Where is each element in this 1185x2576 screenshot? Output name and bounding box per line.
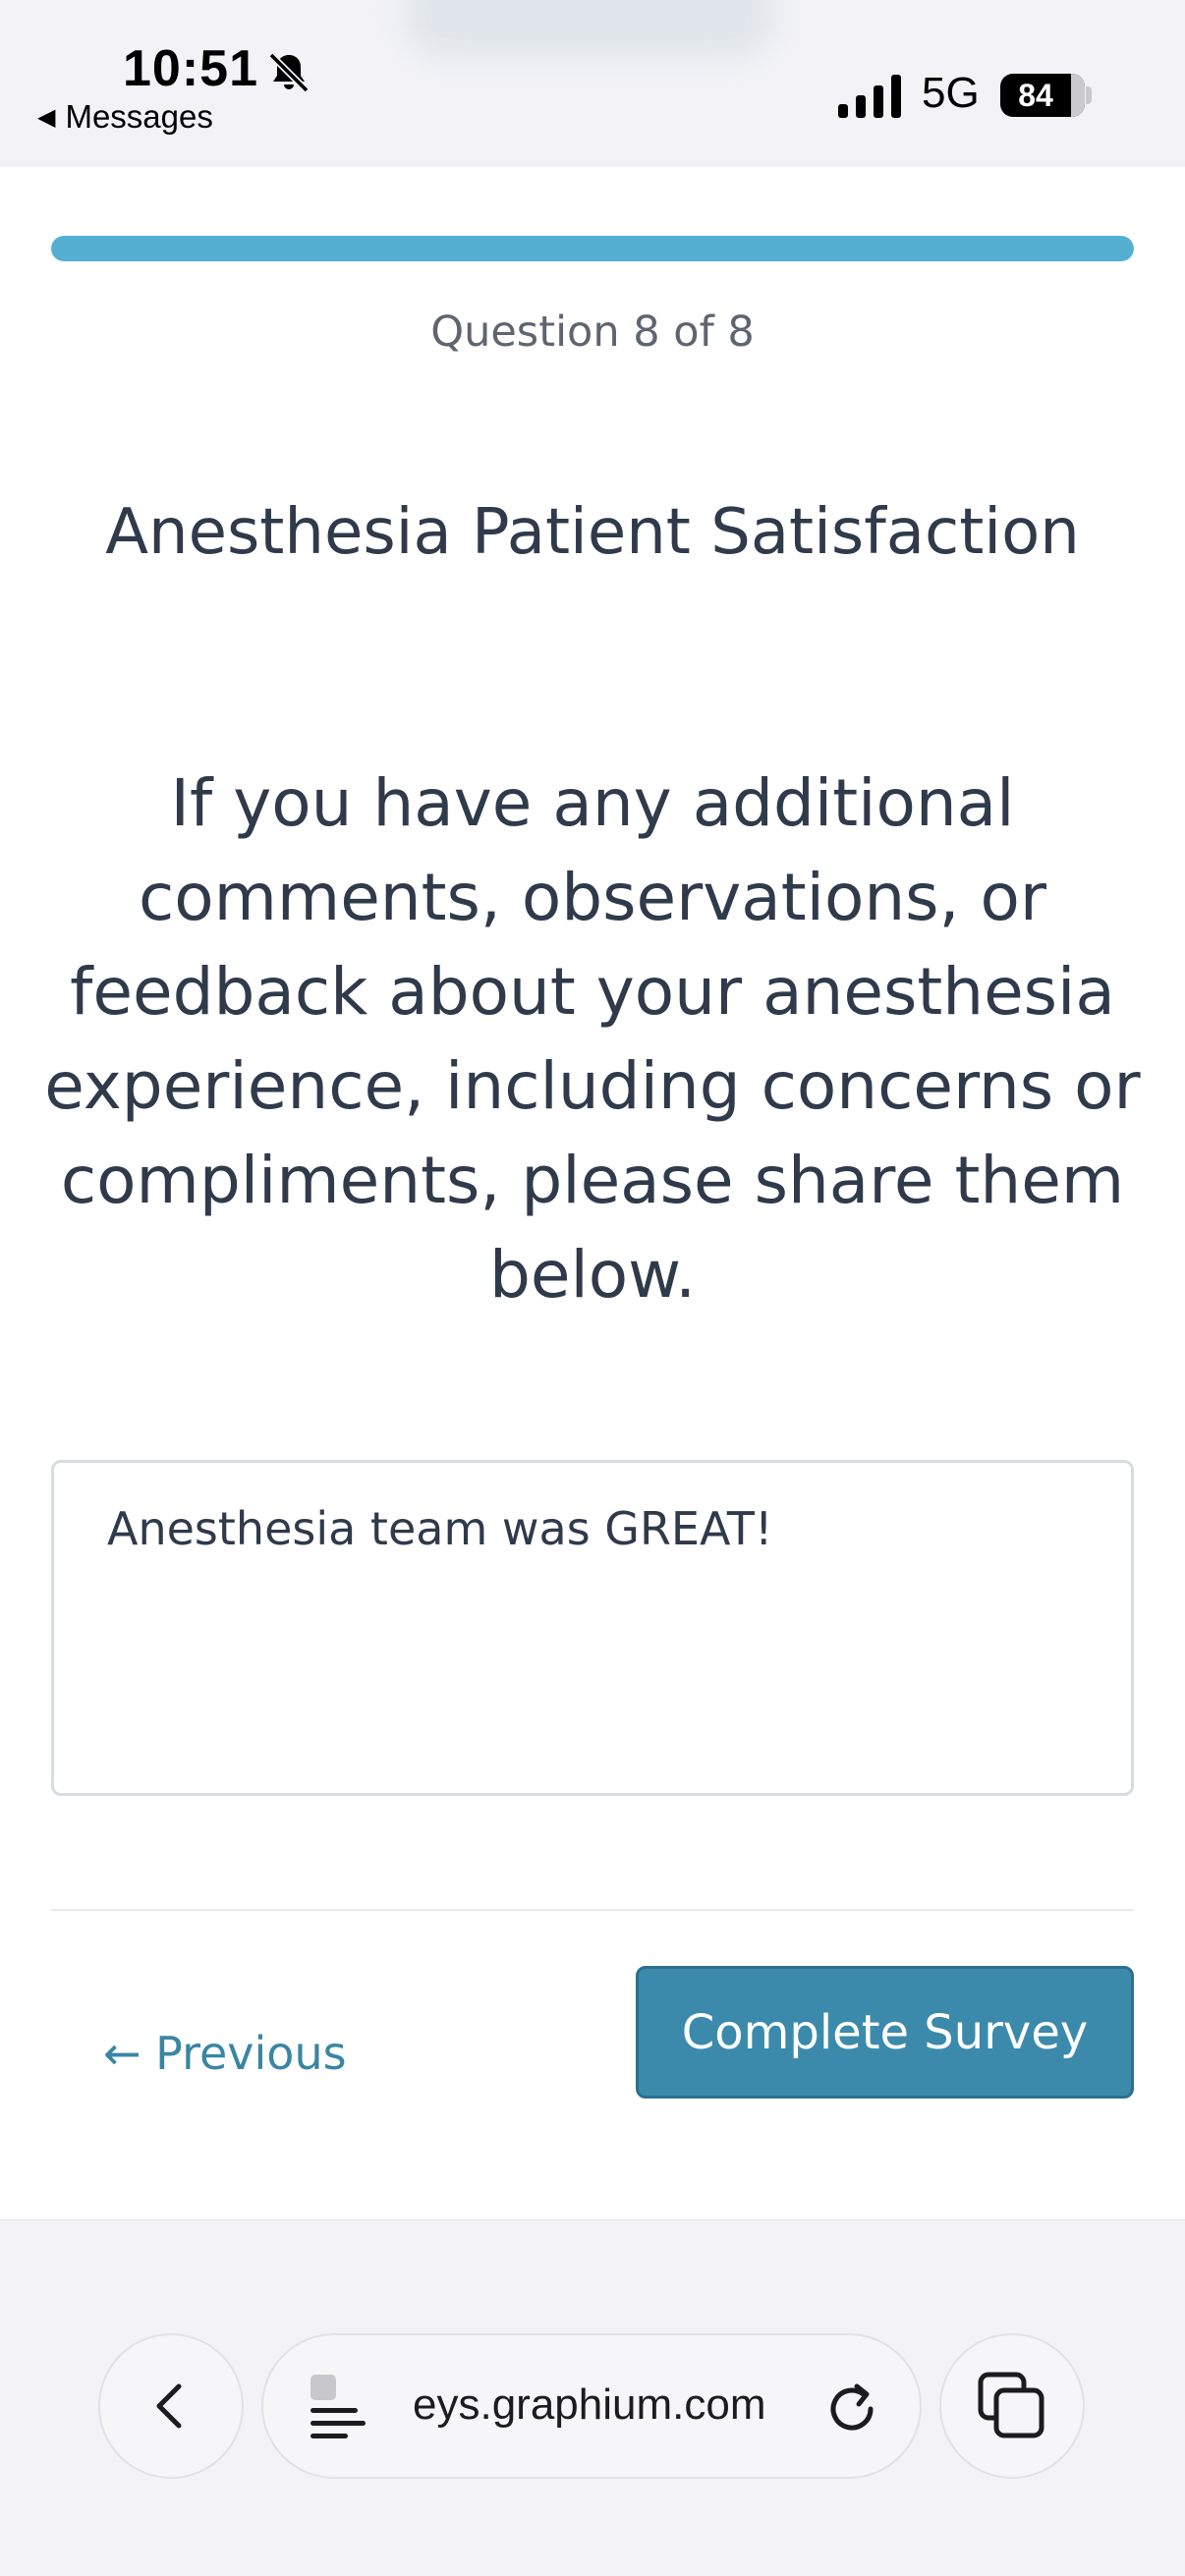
comment-textarea[interactable]: Anesthesia team was GREAT!	[51, 1460, 1134, 1796]
cellular-signal-icon	[838, 75, 901, 118]
complete-survey-button[interactable]: Complete Survey	[636, 1966, 1134, 2099]
tabs-button[interactable]	[939, 2333, 1085, 2479]
previous-button[interactable]: ← Previous	[103, 2004, 347, 2102]
question-counter: Question 8 of 8	[430, 308, 755, 357]
divider	[51, 1909, 1134, 1911]
silent-bell-icon	[268, 52, 310, 93]
tabs-icon	[978, 2372, 1044, 2438]
progress-bar-fill	[51, 236, 1134, 261]
url-text: eys.graphium.com	[413, 2380, 766, 2429]
progress-bar	[51, 236, 1134, 261]
address-bar[interactable]: eys.graphium.com	[261, 2333, 922, 2479]
survey-card: Question 8 of 8 Anesthesia Patient Satis…	[0, 167, 1185, 2220]
reload-icon[interactable]	[821, 2379, 882, 2439]
browser-back-button[interactable]	[98, 2333, 244, 2479]
status-bar: 10:51 ◀ Messages 5G 84	[0, 0, 1185, 167]
clock-time: 10:51	[123, 40, 258, 97]
network-type: 5G	[922, 69, 980, 117]
blurred-app-badge	[403, 0, 776, 59]
page-menu-icon	[310, 2375, 366, 2438]
back-chevron-icon	[156, 2383, 182, 2429]
back-triangle-icon: ◀	[37, 104, 56, 131]
browser-toolbar: eys.graphium.com	[0, 2220, 1185, 2576]
survey-title: Anesthesia Patient Satisfaction	[105, 496, 1080, 569]
battery-indicator: 84	[1000, 74, 1085, 117]
battery-nub	[1086, 86, 1092, 104]
question-text: If you have any additional comments, obs…	[44, 765, 1141, 1313]
back-to-messages-link[interactable]: ◀ Messages	[37, 98, 213, 136]
back-label: Messages	[65, 98, 213, 135]
